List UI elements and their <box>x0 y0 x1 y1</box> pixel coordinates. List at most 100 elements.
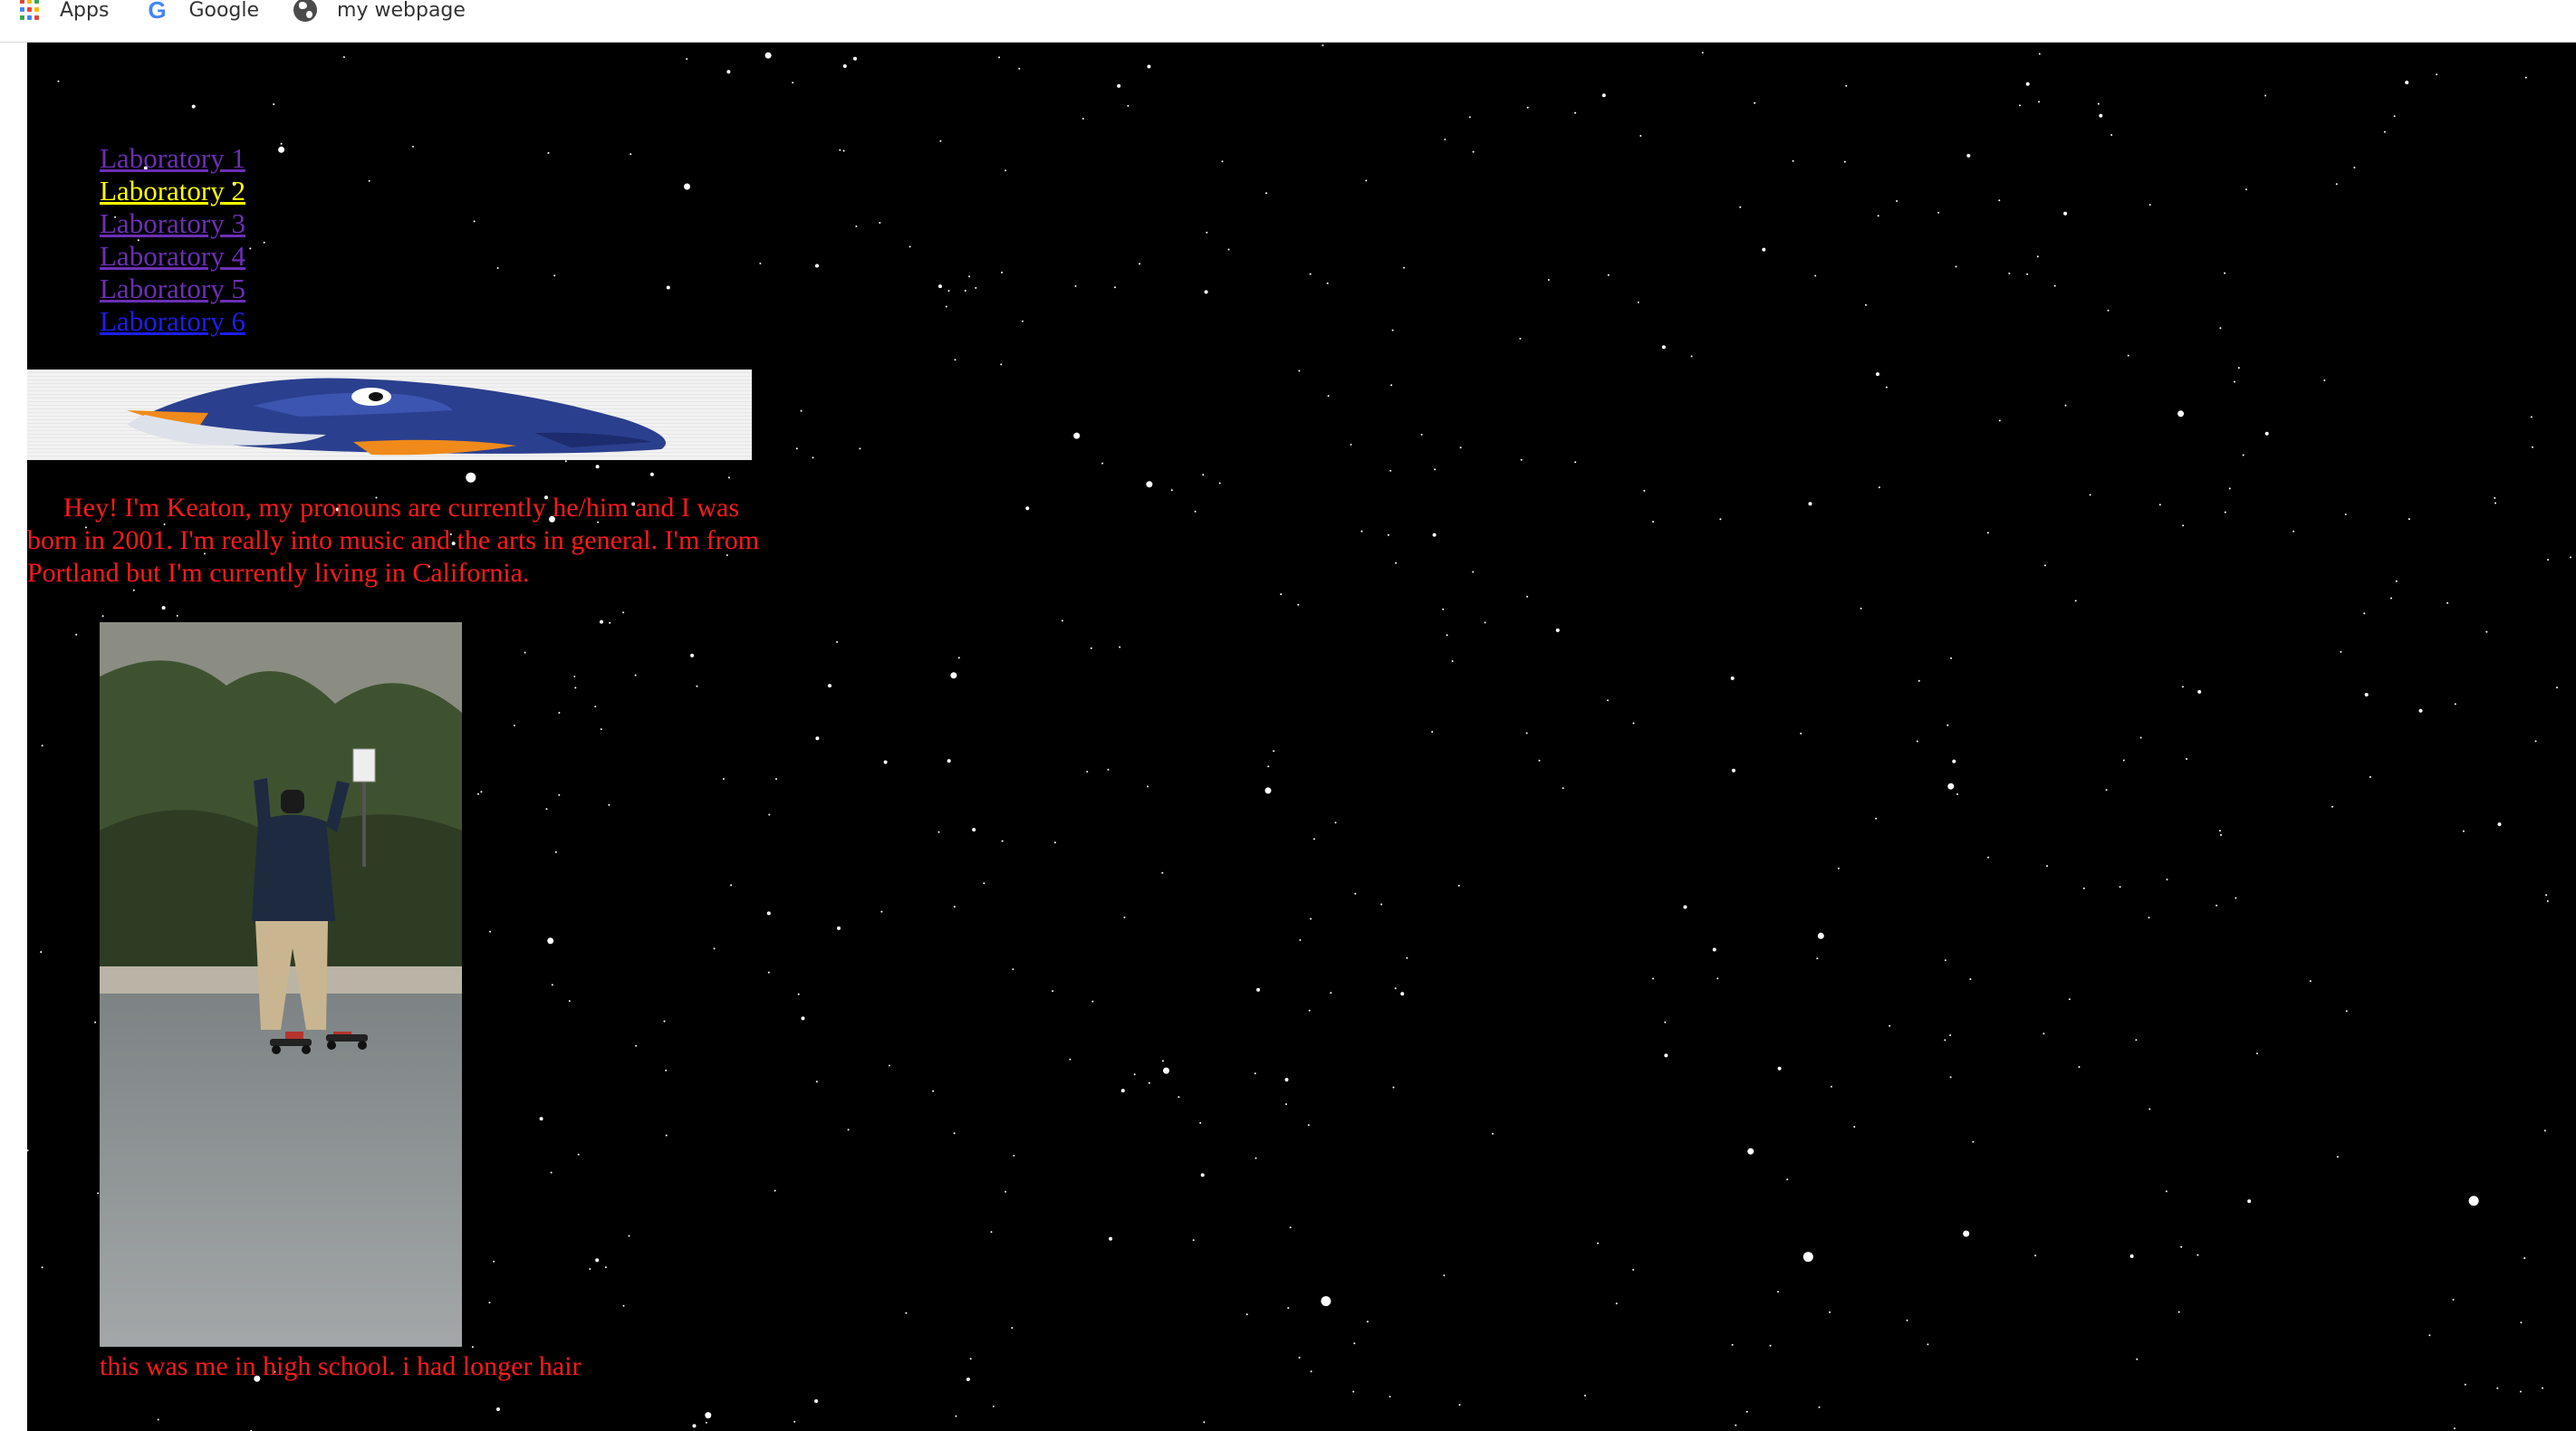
star <box>2186 758 2188 760</box>
star <box>2046 865 2049 868</box>
star <box>2224 511 2226 514</box>
star <box>1927 1343 1929 1346</box>
bookmark-apps-label: Apps <box>60 0 110 22</box>
star <box>759 262 762 264</box>
star <box>1285 1103 1287 1106</box>
star <box>1091 1000 1094 1003</box>
star <box>1739 206 1742 208</box>
star <box>466 472 476 483</box>
star <box>1446 634 1448 637</box>
star <box>2462 830 2465 832</box>
star <box>27 1149 29 1152</box>
nav-link-laboratory-5[interactable]: Laboratory 5 <box>100 273 245 305</box>
star <box>2043 564 2046 567</box>
star <box>1472 571 1475 573</box>
star <box>1139 263 1141 265</box>
bookmark-my-webpage[interactable]: my webpage <box>293 0 466 31</box>
star <box>2336 1156 2339 1158</box>
nav-link-laboratory-4[interactable]: Laboratory 4 <box>100 240 245 273</box>
star <box>1308 1009 1311 1012</box>
star <box>1387 533 1389 536</box>
star <box>1574 461 1577 464</box>
star <box>2530 416 2533 418</box>
star <box>955 1415 957 1417</box>
star <box>2340 650 2342 653</box>
star <box>2036 255 2039 258</box>
star <box>1432 533 1437 537</box>
star <box>1601 93 1606 98</box>
star <box>1254 1072 1256 1075</box>
star <box>1001 271 1004 274</box>
star <box>828 684 831 688</box>
star <box>2110 134 2113 136</box>
star <box>1998 419 2001 422</box>
star <box>2364 693 2369 696</box>
bookmark-apps[interactable]: Apps <box>20 0 109 31</box>
star <box>1025 506 1030 511</box>
star <box>730 884 733 887</box>
star <box>2078 1066 2081 1068</box>
star <box>2428 1334 2431 1337</box>
star <box>1204 290 1208 294</box>
star <box>2107 309 2110 312</box>
star <box>1352 1390 1355 1393</box>
star <box>1747 1148 1754 1155</box>
star <box>705 1421 707 1424</box>
star <box>1998 199 2001 202</box>
star <box>889 1064 890 1067</box>
star <box>2264 94 2267 97</box>
star <box>1389 1396 1391 1397</box>
nav-link-laboratory-3[interactable]: Laboratory 3 <box>100 207 245 240</box>
star <box>1808 502 1812 506</box>
nav-link-laboratory-1[interactable]: Laboratory 1 <box>100 142 245 175</box>
star <box>1148 1081 1150 1084</box>
star <box>1090 647 1092 649</box>
star <box>1309 273 1312 275</box>
star <box>2345 1010 2348 1013</box>
star <box>990 1231 993 1234</box>
star <box>568 1000 571 1003</box>
star <box>2135 1039 2138 1042</box>
star <box>2235 897 2237 899</box>
star <box>573 676 576 677</box>
star <box>883 760 888 764</box>
star <box>1395 562 1398 564</box>
intro-paragraph: Hey! I'm Keaton, my pronouns are current… <box>27 493 760 588</box>
star <box>94 1021 97 1023</box>
star <box>705 1412 712 1419</box>
star <box>1818 1406 1821 1408</box>
star <box>2099 113 2103 118</box>
star <box>1492 1132 1494 1135</box>
star <box>1949 1076 1952 1079</box>
nav-link-laboratory-6[interactable]: Laboratory 6 <box>100 305 245 338</box>
bookmark-google[interactable]: G Google <box>145 0 259 31</box>
star <box>1731 1343 1734 1346</box>
star <box>1321 1296 1331 1307</box>
star <box>1526 595 1529 598</box>
star <box>368 179 370 182</box>
star <box>1322 44 1324 47</box>
star <box>1639 135 1642 137</box>
star <box>1256 987 1261 992</box>
star <box>1584 1394 1586 1397</box>
star <box>969 1358 972 1360</box>
star <box>2043 1032 2045 1035</box>
star <box>2219 327 2222 330</box>
nav-link-laboratory-2[interactable]: Laboratory 2 <box>100 175 245 207</box>
star <box>975 286 977 289</box>
star <box>547 151 550 154</box>
star <box>1906 1319 1908 1321</box>
star <box>2390 597 2392 600</box>
star <box>1366 1321 1369 1323</box>
star <box>1468 116 1471 119</box>
star <box>574 687 577 689</box>
star <box>564 460 567 463</box>
star <box>2038 53 2041 55</box>
star <box>2532 446 2533 448</box>
star <box>1690 355 1693 358</box>
star <box>1018 67 1021 70</box>
star <box>1442 608 1445 610</box>
star <box>1218 482 1221 485</box>
star <box>966 1378 970 1381</box>
page-viewport: Laboratory 1 Laboratory 2 Laboratory 3 L… <box>0 43 2576 1431</box>
